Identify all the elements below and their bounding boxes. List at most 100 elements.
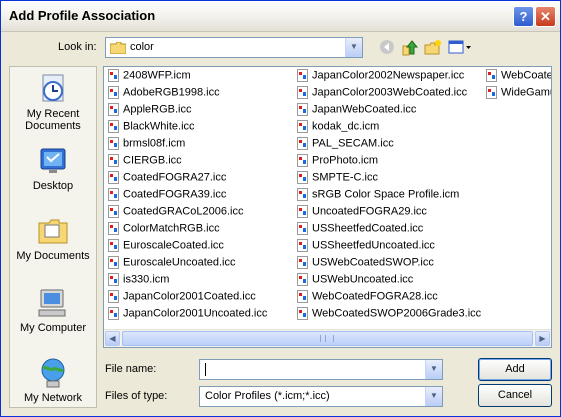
file-item[interactable]: AppleRGB.icc bbox=[108, 103, 267, 120]
color-profile-icon bbox=[108, 171, 119, 184]
color-profile-icon bbox=[297, 239, 308, 252]
file-item[interactable]: CoatedGRACoL2006.icc bbox=[108, 205, 267, 222]
file-item[interactable]: SMPTE-C.icc bbox=[297, 171, 481, 188]
file-item[interactable]: BlackWhite.icc bbox=[108, 120, 267, 137]
my-computer-icon bbox=[37, 287, 69, 319]
color-profile-icon bbox=[108, 86, 119, 99]
color-profile-icon bbox=[297, 171, 308, 184]
color-profile-icon bbox=[108, 137, 119, 150]
color-profile-icon bbox=[297, 103, 308, 116]
views-menu-icon[interactable] bbox=[448, 39, 472, 57]
color-profile-icon bbox=[297, 307, 308, 320]
desktop-icon bbox=[37, 145, 69, 177]
file-item[interactable]: EuroscaleUncoated.icc bbox=[108, 256, 267, 273]
file-item[interactable]: USWebCoatedSWOP.icc bbox=[297, 256, 481, 273]
look-in-label: Look in: bbox=[58, 41, 97, 53]
file-item[interactable]: kodak_dc.icm bbox=[297, 120, 481, 137]
color-profile-icon bbox=[108, 120, 119, 133]
color-profile-icon bbox=[297, 290, 308, 303]
place-label: My Recent Documents bbox=[25, 108, 81, 132]
cancel-button[interactable]: Cancel bbox=[478, 384, 552, 407]
chevron-down-icon[interactable]: ▼ bbox=[425, 387, 442, 406]
file-item[interactable]: USSheetfedCoated.icc bbox=[297, 222, 481, 239]
grip-icon bbox=[320, 335, 334, 342]
color-profile-icon bbox=[297, 188, 308, 201]
file-item[interactable]: 2408WFP.icm bbox=[108, 69, 267, 86]
file-item[interactable]: CoatedFOGRA27.icc bbox=[108, 171, 267, 188]
color-profile-icon bbox=[108, 307, 119, 320]
file-item[interactable]: CIERGB.icc bbox=[108, 154, 267, 171]
add-button[interactable]: Add bbox=[478, 358, 552, 381]
places-bar: My Recent Documents Desktop My Documents… bbox=[9, 66, 97, 408]
file-item[interactable]: WebCoatedSWOP2006Grade3.icc bbox=[297, 307, 481, 324]
place-desktop[interactable]: Desktop bbox=[10, 145, 96, 192]
scroll-left-icon[interactable]: ◀ bbox=[105, 331, 120, 346]
file-item[interactable]: WebCoatedFOGRA28.icc bbox=[297, 290, 481, 307]
folder-icon bbox=[109, 41, 127, 55]
color-profile-icon bbox=[108, 154, 119, 167]
look-in-combo[interactable]: color ▼ bbox=[105, 37, 363, 58]
file-item[interactable]: ProPhoto.icm bbox=[297, 154, 481, 171]
scrollbar-thumb[interactable] bbox=[122, 331, 533, 346]
scroll-right-icon[interactable]: ▶ bbox=[535, 331, 550, 346]
file-item[interactable]: WebCoatedSWOP2006Grade5.icc bbox=[486, 69, 551, 86]
color-profile-icon bbox=[108, 205, 119, 218]
place-label: Desktop bbox=[32, 180, 74, 192]
add-profile-dialog: Add Profile Association ? ✕ Look in: col… bbox=[0, 0, 561, 417]
color-profile-icon bbox=[108, 273, 119, 286]
place-my-documents[interactable]: My Documents bbox=[10, 215, 96, 262]
color-profile-icon bbox=[297, 86, 308, 99]
chevron-down-icon[interactable]: ▼ bbox=[425, 360, 442, 379]
file-item[interactable]: sRGB Color Space Profile.icm bbox=[297, 188, 481, 205]
file-item[interactable]: AdobeRGB1998.icc bbox=[108, 86, 267, 103]
color-profile-icon bbox=[108, 103, 119, 116]
horizontal-scrollbar[interactable]: ◀ ▶ bbox=[104, 329, 551, 347]
color-profile-icon bbox=[297, 69, 308, 82]
my-documents-icon bbox=[37, 215, 69, 247]
place-label: My Documents bbox=[16, 250, 90, 262]
file-list[interactable]: 2408WFP.icm AdobeRGB1998.icc AppleRGB.ic… bbox=[103, 66, 552, 348]
color-profile-icon bbox=[486, 69, 497, 82]
color-profile-icon bbox=[108, 188, 119, 201]
files-of-type-combo[interactable]: Color Profiles (*.icm;*.icc) ▼ bbox=[199, 386, 443, 407]
text-cursor bbox=[205, 363, 206, 376]
color-profile-icon bbox=[297, 154, 308, 167]
up-folder-icon[interactable] bbox=[401, 39, 419, 57]
file-item[interactable]: USWebUncoated.icc bbox=[297, 273, 481, 290]
color-profile-icon bbox=[297, 137, 308, 150]
place-my-computer[interactable]: My Computer bbox=[10, 287, 96, 334]
file-name-combo[interactable]: ▼ bbox=[199, 359, 443, 380]
recent-documents-icon bbox=[37, 73, 69, 105]
file-item[interactable]: ColorMatchRGB.icc bbox=[108, 222, 267, 239]
file-item[interactable]: is330.icm bbox=[108, 273, 267, 290]
file-column: 2408WFP.icm AdobeRGB1998.icc AppleRGB.ic… bbox=[108, 69, 267, 324]
file-item[interactable]: JapanColor2001Coated.icc bbox=[108, 290, 267, 307]
file-item[interactable]: CoatedFOGRA39.icc bbox=[108, 188, 267, 205]
file-item[interactable]: JapanColor2002Newspaper.icc bbox=[297, 69, 481, 86]
new-folder-icon[interactable] bbox=[424, 39, 442, 57]
color-profile-icon bbox=[297, 273, 308, 286]
chevron-down-icon[interactable]: ▼ bbox=[345, 38, 362, 57]
color-profile-icon bbox=[297, 222, 308, 235]
help-button[interactable]: ? bbox=[513, 6, 534, 27]
file-item[interactable]: brmsl08f.icm bbox=[108, 137, 267, 154]
file-item[interactable]: JapanWebCoated.icc bbox=[297, 103, 481, 120]
file-item[interactable]: UncoatedFOGRA29.icc bbox=[297, 205, 481, 222]
file-item[interactable]: PAL_SECAM.icc bbox=[297, 137, 481, 154]
color-profile-icon bbox=[108, 256, 119, 269]
color-profile-icon bbox=[297, 120, 308, 133]
close-button[interactable]: ✕ bbox=[535, 6, 556, 27]
file-item[interactable]: EuroscaleCoated.icc bbox=[108, 239, 267, 256]
back-icon[interactable] bbox=[378, 39, 396, 57]
file-item[interactable]: JapanColor2003WebCoated.icc bbox=[297, 86, 481, 103]
dialog-title: Add Profile Association bbox=[9, 8, 156, 23]
color-profile-icon bbox=[297, 205, 308, 218]
place-recent-documents[interactable]: My Recent Documents bbox=[10, 73, 96, 132]
look-in-value: color bbox=[130, 41, 154, 53]
file-item[interactable]: USSheetfedUncoated.icc bbox=[297, 239, 481, 256]
place-my-network[interactable]: My Network bbox=[10, 357, 96, 404]
file-item[interactable]: WideGamutRGB.icc bbox=[486, 86, 551, 103]
file-column: JapanColor2002Newspaper.icc JapanColor20… bbox=[297, 69, 481, 324]
files-of-type-value: Color Profiles (*.icm;*.icc) bbox=[205, 390, 330, 402]
file-item[interactable]: JapanColor2001Uncoated.icc bbox=[108, 307, 267, 324]
